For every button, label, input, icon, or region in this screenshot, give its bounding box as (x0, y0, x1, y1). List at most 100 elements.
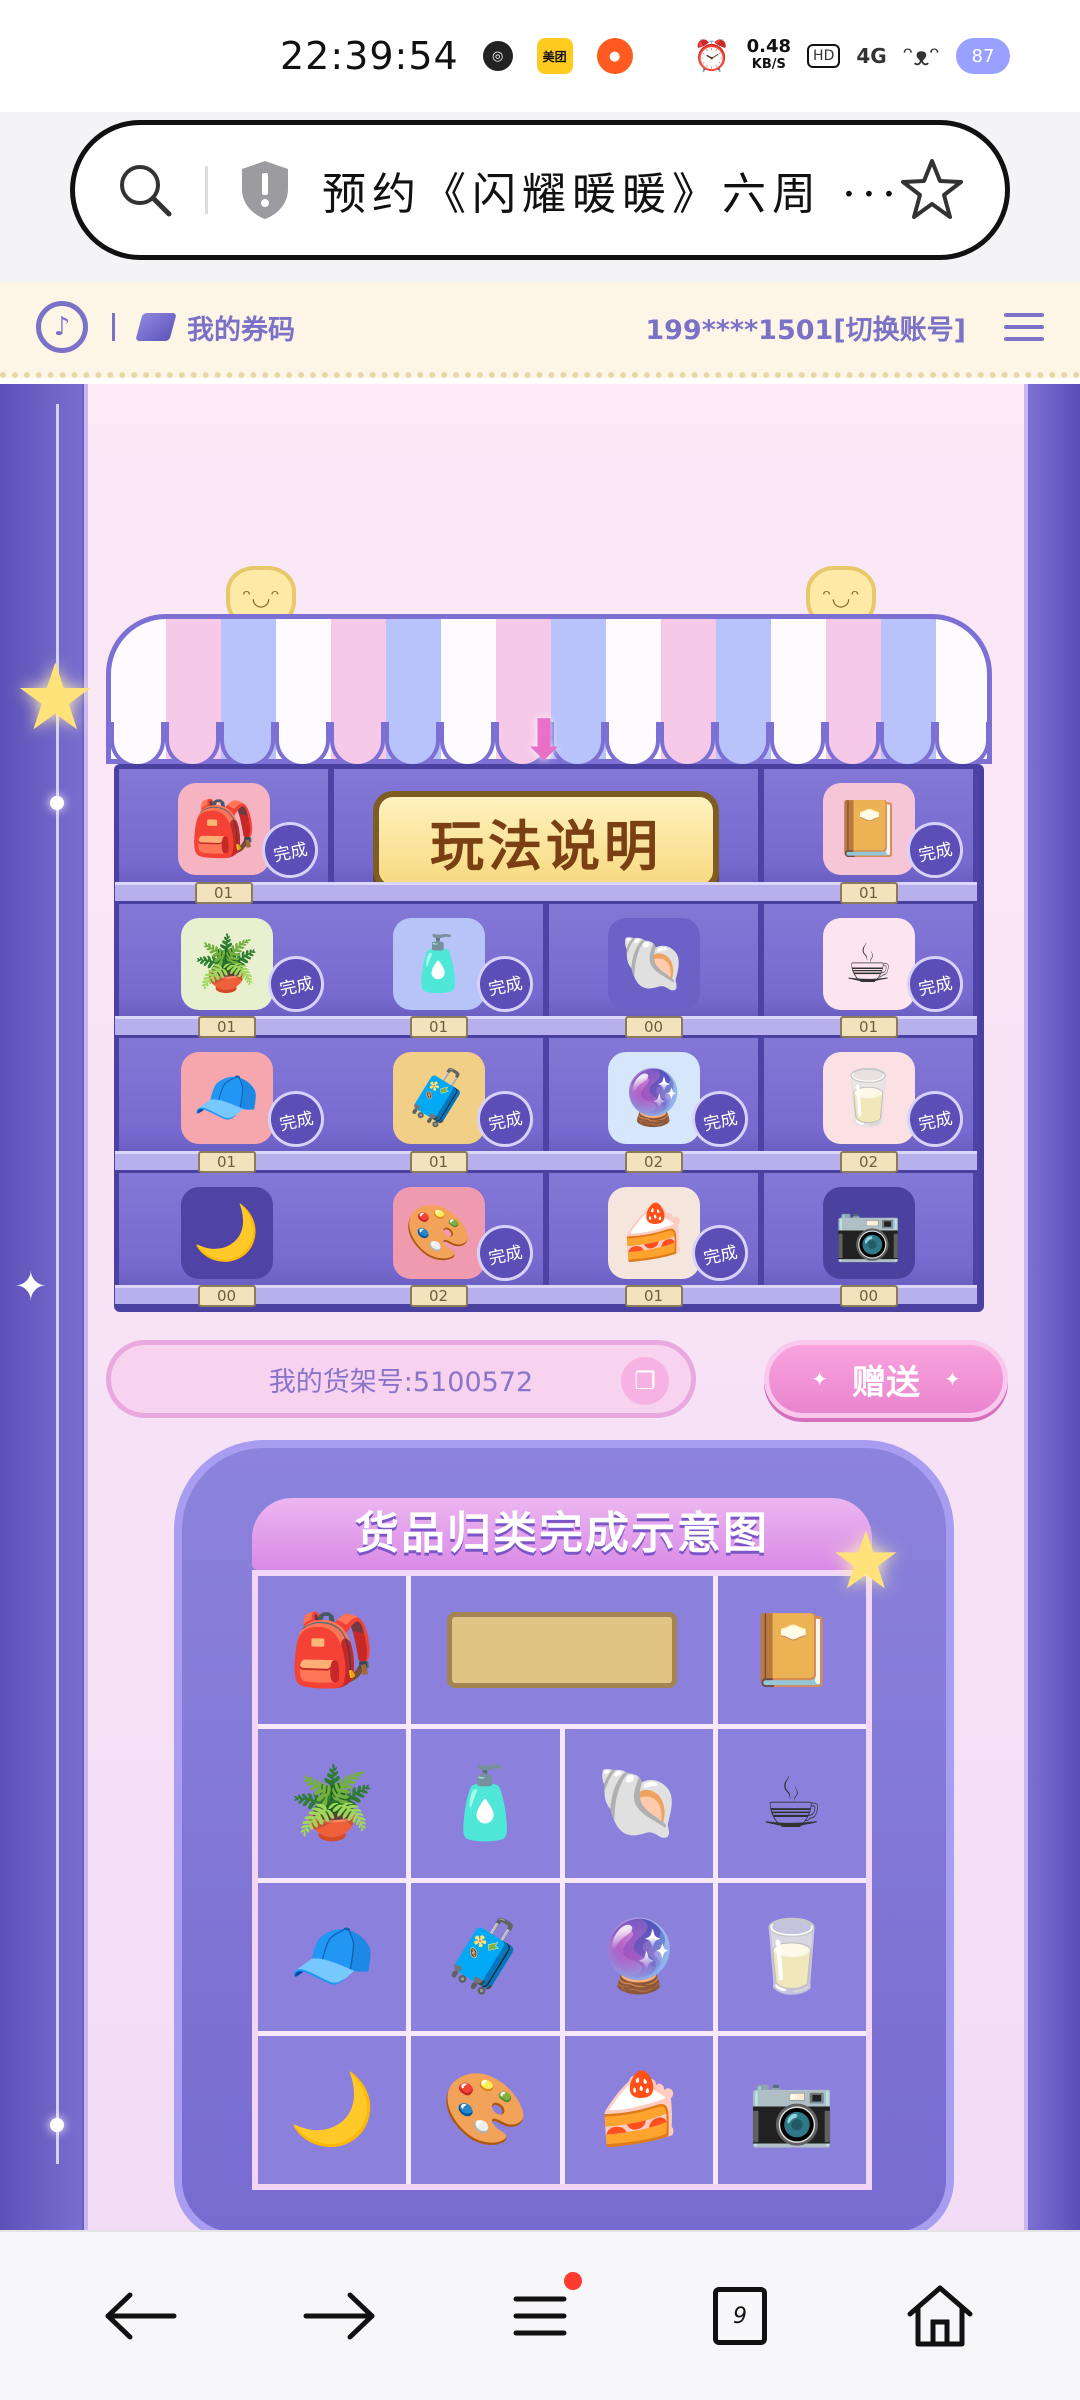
shell-icon: 🐚 (607, 917, 700, 1010)
goods-shelf: ᵔ◡ᵔ ᵔ◡ᵔ ⬇ 🎒 01 完成 玩法说明 📔 01 完成 🪴 01 完成 🧴 01 完成 🐚 00 ☕ 01… (106, 494, 992, 1312)
milk-carton-icon: 🥛 (822, 1052, 915, 1144)
guide-cell-flower-pot: 🪴 (258, 1729, 407, 1878)
cake-icon: 🍰 (607, 1186, 700, 1279)
guide-cell-suitcase: 🧳 (411, 1882, 560, 2031)
shell-icon: 🐚 (595, 1761, 683, 1844)
gift-button[interactable]: ✦ 赠送 ✦ (764, 1340, 1008, 1418)
shelf-cell-palette[interactable]: 🎨 02 完成 (330, 1172, 549, 1307)
header-divider (112, 313, 115, 341)
bookmark-star-icon[interactable] (899, 157, 965, 223)
backpack-icon: 🎒 (177, 783, 270, 875)
home-button[interactable] (880, 2256, 1000, 2376)
coupon-icon (135, 313, 177, 341)
guide-cell-cap: 🧢 (258, 1882, 407, 2031)
item-count-tag: 01 (197, 1150, 256, 1173)
gift-star-left-icon: ✦ (811, 1367, 828, 1391)
guide-cell-backpack: 🎒 (258, 1576, 407, 1725)
guide-cell-camera: 📷 (717, 2035, 866, 2184)
security-shield-icon[interactable] (238, 159, 292, 221)
browser-bottom-nav: 9 (0, 2230, 1080, 2400)
palette-icon: 🎨 (392, 1186, 485, 1279)
item-count-tag: 01 (624, 1285, 683, 1307)
guide-title: 货品归类完成示意图 (252, 1498, 872, 1570)
left-glow-dot (50, 2118, 64, 2132)
bunny-cup-icon: ☕ (822, 917, 915, 1010)
switch-account-link[interactable]: 199****1501[切换账号] (645, 308, 966, 347)
bunny-cup-icon: ☕ (760, 1762, 824, 1845)
shelf-cell-milk-carton[interactable]: 🥛 02 完成 (760, 1038, 979, 1173)
guide-cell-palette: 🎨 (411, 2035, 560, 2184)
shelf-cell-crystal-ball[interactable]: 🔮 02 完成 (545, 1038, 764, 1173)
status-time: 22:39:54 (280, 34, 459, 78)
guide-cell-moon-pillow: 🌙 (258, 2035, 407, 2184)
shelf-number-bar: 我的货架号:5100572 ❐ (106, 1340, 696, 1418)
shelf-grid: 🎒 01 完成 玩法说明 📔 01 完成 🪴 01 完成 🧴 01 完成 🐚 00 ☕ 01 完成 🧢 01 完成 🧳 01… (114, 764, 984, 1312)
item-count-tag: 02 (839, 1150, 898, 1173)
suitcase-icon: 🧳 (392, 1052, 485, 1144)
done-stamp: 完成 (262, 950, 330, 1018)
backpack-icon: 🎒 (288, 1608, 376, 1691)
guide-cell-shell: 🐚 (564, 1729, 713, 1878)
item-count-tag: 01 (409, 1150, 468, 1173)
shelf-cell-moon-pillow[interactable]: 🌙 00 (115, 1172, 338, 1307)
shelf-cell-cake[interactable]: 🍰 01 完成 (545, 1172, 764, 1307)
item-count-tag: 01 (839, 1016, 898, 1038)
copy-icon[interactable]: ❐ (621, 1357, 669, 1405)
suitcase-icon: 🧳 (441, 1915, 529, 1998)
guide-cell-milk-carton: 🥛 (717, 1882, 866, 2031)
shelf-cell-bunny-cup[interactable]: ☕ 01 完成 (760, 903, 979, 1038)
star-left-icon: ★ (14, 644, 97, 751)
alarm-icon: ⏰ (693, 38, 731, 74)
forward-button[interactable] (280, 2256, 400, 2376)
game-guide-button[interactable]: 玩法说明 (373, 791, 719, 891)
battery-icon: 87 (956, 38, 1010, 74)
my-coupon-link[interactable]: 我的券码 (135, 308, 295, 347)
status-left: 22:39:54 ◎ 美团 ● (280, 34, 633, 78)
photo-album-icon: 📔 (822, 783, 915, 875)
camera-icon: 📷 (748, 2068, 836, 2151)
gift-star-right-icon: ✦ (944, 1367, 961, 1391)
flower-pot-icon: 🪴 (180, 917, 273, 1010)
taobao-app-icon: ● (596, 38, 633, 74)
net-speed-value: 0.48 (746, 36, 792, 57)
camera-icon: 📷 (822, 1186, 915, 1279)
shelf-cell-suitcase[interactable]: 🧳 01 完成 (330, 1038, 549, 1173)
shelf-cell-perfume[interactable]: 🧴 01 完成 (330, 903, 549, 1038)
shelf-cell-backpack[interactable]: 🎒 01 完成 (115, 769, 334, 904)
guide-cell-cake: 🍰 (564, 2035, 713, 2184)
item-count-tag: 01 (839, 881, 898, 904)
hamburger-menu-icon[interactable] (1004, 313, 1044, 341)
item-count-tag: 01 (194, 881, 253, 904)
guide-grid: 🎒 📔 🪴 🧴 🐚 ☕ 🧢 🧳 🔮 🥛 🌙 🎨 🍰 📷 (252, 1570, 872, 2190)
shelf-plank (330, 881, 762, 904)
wifi-bunny-icon: ᵔᴥᵔ (902, 41, 940, 72)
shelf-cell-shell[interactable]: 🐚 00 (545, 903, 764, 1038)
browser-toolbar: 预约《闪耀暖暖》六周 ··· (0, 112, 1080, 282)
tabs-button[interactable]: 9 (680, 2256, 800, 2376)
menu-button[interactable] (480, 2256, 600, 2376)
sparkle-icon: ✦ (14, 1264, 48, 1310)
shelf-cell-photo-album[interactable]: 📔 01 完成 (760, 769, 979, 904)
crystal-ball-icon: 🔮 (607, 1052, 700, 1144)
down-arrow-icon: ⬇ (520, 708, 568, 773)
arrow-left-icon (105, 2292, 177, 2340)
search-icon[interactable] (115, 160, 175, 220)
music-toggle-icon[interactable]: ♪ (36, 301, 88, 353)
url-bar[interactable]: 预约《闪耀暖暖》六周 ··· (70, 120, 1010, 260)
shelf-cell-camera[interactable]: 📷 00 (760, 1172, 979, 1307)
gift-button-label: 赠送 (852, 1362, 920, 1403)
url-text[interactable]: 预约《闪耀暖暖》六周 ··· (322, 158, 899, 222)
meituan-app-icon: 美团 (536, 38, 573, 74)
crystal-ball-icon: 🔮 (595, 1915, 683, 1998)
shelf-cell-flower-pot[interactable]: 🪴 01 完成 (115, 903, 338, 1038)
left-glow-dot (50, 796, 64, 810)
main-page: ᵔ◡ᵔ ᵔ◡ᵔ ⬇ 🎒 01 完成 玩法说明 📔 01 完成 🪴 01 完成 🧴 01 完成 🐚 00 ☕ 01… (0, 384, 1080, 2230)
guide-cell-crystal-ball: 🔮 (564, 1882, 713, 2031)
item-count-tag: 02 (409, 1285, 468, 1307)
back-button[interactable] (80, 2256, 200, 2376)
notification-dot (564, 2272, 582, 2290)
item-count-tag: 00 (839, 1285, 898, 1307)
site-header: ♪ 我的券码 199****1501[切换账号] (0, 282, 1080, 378)
shelf-cell-cap[interactable]: 🧢 01 完成 (115, 1038, 338, 1173)
status-right: ⏰ 0.48 KB/S HD 4G ᵔᴥᵔ 87 (693, 38, 1010, 74)
